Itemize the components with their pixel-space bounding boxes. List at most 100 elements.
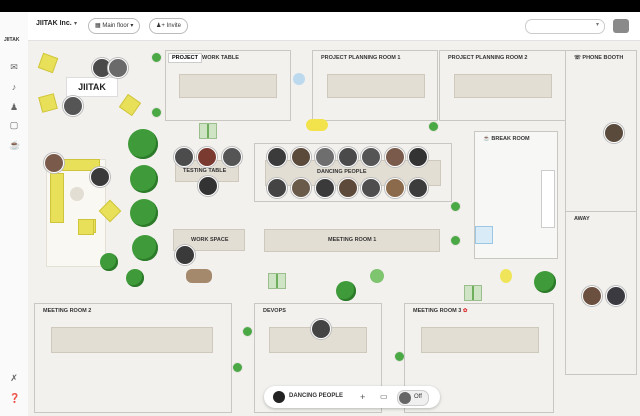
potted-plant [450, 201, 461, 212]
avatar[interactable] [361, 178, 381, 198]
tree [128, 129, 158, 159]
plant [100, 253, 118, 271]
plant [126, 269, 144, 287]
room-label-devops: DEVOPS [263, 308, 286, 314]
gift-box [464, 285, 482, 301]
avatar[interactable] [604, 123, 624, 143]
avatar[interactable] [90, 167, 110, 187]
invite-label: Invite [166, 23, 181, 29]
table [421, 327, 539, 353]
water-dispenser [475, 226, 493, 244]
avatar[interactable] [44, 153, 64, 173]
zone-dancing-people[interactable]: DANCING PEOPLE [254, 143, 452, 202]
avatar[interactable] [408, 178, 428, 198]
room-phone-booth[interactable]: ☏ PHONE BOOTH [565, 50, 637, 213]
invite-button[interactable]: ♟+ Invite [149, 18, 188, 34]
chevron-down-icon: ▾ [595, 22, 599, 28]
potted-plant [151, 52, 162, 63]
avatar[interactable] [315, 147, 335, 167]
avatar[interactable] [338, 178, 358, 198]
avatar[interactable] [108, 58, 128, 78]
avatar[interactable] [63, 96, 83, 116]
avatar[interactable] [291, 147, 311, 167]
table-label-testing: TESTING TABLE [183, 168, 227, 174]
bubble [293, 73, 305, 85]
avatar[interactable] [315, 178, 335, 198]
room-label-break-room: ☕ BREAK ROOM [483, 136, 530, 142]
room-break-room[interactable]: ☕ BREAK ROOM [474, 131, 558, 259]
room-away[interactable]: AWAY [565, 211, 637, 375]
mascot [306, 119, 328, 131]
chair [78, 219, 94, 235]
tools-icon[interactable]: ✗ [9, 373, 19, 383]
floor-selector[interactable]: ▦ Main floor ▾ [88, 18, 141, 34]
avatar[interactable] [175, 245, 195, 265]
current-room-label[interactable]: DANCING PEOPLE [289, 393, 343, 399]
avatar[interactable] [197, 147, 217, 167]
users-icon[interactable]: ♟ [9, 102, 19, 112]
screen-share-icon[interactable]: ▭ [380, 391, 388, 403]
mic-toggle[interactable]: Off [397, 390, 429, 406]
potted-plant [151, 107, 162, 118]
avatar[interactable] [361, 147, 381, 167]
office-map: JIITAK PROJECT WORK TABLE PROJECT PLANNI… [28, 41, 640, 416]
bell-icon[interactable]: ♪ [9, 82, 19, 92]
plant [534, 271, 556, 293]
add-button[interactable]: + [360, 391, 365, 403]
avatar[interactable] [385, 147, 405, 167]
balloons [370, 269, 384, 283]
gift-box [199, 123, 217, 139]
potted-plant [232, 362, 243, 373]
zone-label-dancing-people: DANCING PEOPLE [317, 169, 367, 175]
window-top-bar [0, 0, 640, 12]
chair [37, 52, 59, 74]
table [51, 327, 213, 353]
tree [130, 165, 158, 193]
avatar[interactable] [385, 178, 405, 198]
avatar[interactable] [174, 147, 194, 167]
avatar[interactable] [222, 147, 242, 167]
search-input[interactable]: ▾ [525, 19, 605, 34]
top-bar: JIITAK Inc. ▾ ▦ Main floor ▾ ♟+ Invite ▾ [28, 12, 640, 41]
coffee-icon[interactable]: ☕ [9, 140, 20, 150]
room-work-table[interactable]: PROJECT WORK TABLE [165, 50, 291, 121]
avatar[interactable] [582, 286, 602, 306]
help-icon[interactable]: ❓ [9, 393, 20, 403]
avatar[interactable] [267, 147, 287, 167]
room-label-meeting-2: MEETING ROOM 2 [43, 308, 92, 314]
potted-plant [450, 235, 461, 246]
table [454, 74, 552, 98]
bottom-dock: DANCING PEOPLE + ▭ Off [264, 386, 440, 408]
avatar[interactable] [198, 176, 218, 196]
room-label-planning-1: PROJECT PLANNING ROOM 1 [321, 55, 401, 61]
avatar[interactable] [267, 178, 287, 198]
rose-icon: ✿ [462, 308, 468, 314]
chevron-down-icon[interactable]: ▾ [74, 20, 77, 27]
chat-icon[interactable]: ▢ [9, 120, 19, 130]
avatar[interactable] [311, 319, 331, 339]
org-name[interactable]: JIITAK Inc. [36, 20, 72, 27]
avatar[interactable] [338, 147, 358, 167]
tree [130, 199, 158, 227]
room-label-phone-booth: ☏ PHONE BOOTH [574, 55, 624, 61]
avatar[interactable] [606, 286, 626, 306]
room-label-work-table: WORK TABLE [202, 55, 239, 61]
counter [541, 170, 555, 228]
mic-off-icon [399, 392, 411, 404]
coffee-table [70, 187, 84, 201]
avatar[interactable] [291, 178, 311, 198]
gift-box [268, 273, 286, 289]
megaphone-icon[interactable]: ✉ [9, 62, 19, 72]
table [179, 74, 277, 98]
sidebar: JIITAK ✉ ♪ ♟ ▢ ☕ ✗ ❓ [0, 12, 29, 416]
toggle-label: Off [414, 394, 422, 400]
sidebar-logo: JIITAK [4, 37, 20, 43]
user-avatar[interactable] [613, 19, 629, 33]
room-planning-2[interactable]: PROJECT PLANNING ROOM 2 [439, 50, 566, 121]
room-meeting-2[interactable]: MEETING ROOM 2 [34, 303, 232, 413]
chair [118, 93, 142, 117]
avatar[interactable] [408, 147, 428, 167]
room-planning-1[interactable]: PROJECT PLANNING ROOM 1 [312, 50, 438, 121]
chair [38, 93, 58, 113]
room-label-away: AWAY [574, 216, 590, 222]
